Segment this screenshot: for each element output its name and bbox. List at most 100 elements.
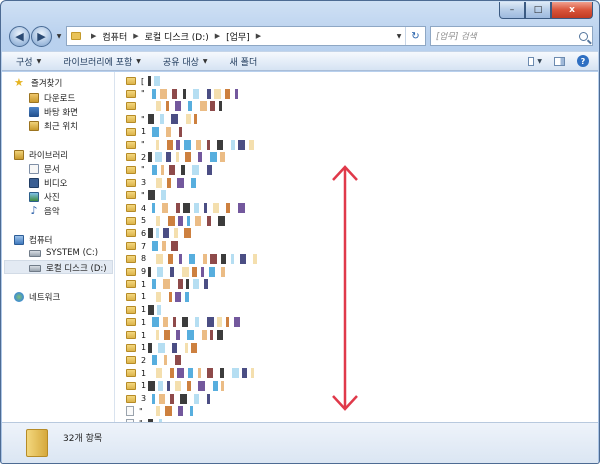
file-list-item[interactable]: 1 (126, 304, 161, 316)
file-list-item[interactable]: 2 (126, 354, 181, 366)
file-list-item[interactable]: 4 (126, 202, 245, 214)
maximize-button[interactable]: □ (525, 2, 551, 19)
breadcrumb-separator-icon[interactable]: ▶ (215, 32, 220, 40)
help-button[interactable]: ? (576, 55, 590, 67)
redacted-text-block (175, 291, 181, 302)
organize-button[interactable]: 구성 ▼ (16, 55, 41, 68)
file-list-item[interactable]: 7 (126, 240, 178, 252)
red-double-arrow-icon (332, 165, 358, 411)
redacted-text-block (148, 114, 154, 125)
redacted-text-block (204, 203, 207, 213)
redacted-text-block (171, 241, 178, 252)
file-list-item[interactable]: 3 (126, 177, 196, 189)
nav-item-system-c[interactable]: SYSTEM (C:) (29, 248, 98, 258)
change-view-button[interactable]: ▼ (528, 55, 542, 67)
nav-item-pictures[interactable]: 사진 (29, 191, 60, 203)
forward-button[interactable]: ▶ (31, 25, 52, 47)
refresh-icon: ↻ (411, 30, 420, 42)
file-list-item[interactable]: 1 (126, 291, 189, 303)
folder-icon (126, 115, 136, 124)
file-list-item[interactable]: 6 (126, 227, 191, 239)
redacted-text-block (161, 164, 164, 175)
nav-network[interactable]: 네트워크 (14, 291, 60, 303)
redacted-text-block (207, 368, 213, 379)
file-list-item[interactable]: 8 (126, 253, 257, 265)
nav-computer-label: 컴퓨터 (29, 236, 53, 246)
address-bar[interactable]: ▶ 컴퓨터 ▶ 로컬 디스크 (D:) ▶ [업무] ▶ ▼ ↻ (66, 26, 426, 46)
redacted-text-block (163, 228, 169, 239)
breadcrumb-separator-icon[interactable]: ▶ (133, 32, 138, 40)
nav-libraries[interactable]: 라이브러리 (14, 149, 68, 161)
redacted-text-block (167, 380, 170, 391)
redacted-text-block (204, 279, 208, 290)
breadcrumb-computer[interactable]: 컴퓨터 (102, 30, 127, 43)
redacted-text-block (172, 342, 177, 353)
redacted-text-block (190, 406, 193, 417)
redacted-text-block (240, 253, 246, 264)
file-list-item[interactable]: " (126, 88, 238, 100)
redacted-text-block (192, 266, 197, 277)
forward-arrow-icon: ▶ (37, 29, 46, 43)
redacted-text-block (203, 253, 207, 264)
minimize-button[interactable]: – (499, 2, 525, 19)
folder-icon (126, 140, 136, 149)
redacted-text-block (156, 101, 161, 112)
file-list-item[interactable]: 1 (126, 367, 254, 379)
breadcrumb-separator-icon[interactable]: ▶ (91, 32, 96, 40)
folder-icon (126, 254, 136, 263)
breadcrumb-drive-d[interactable]: 로컬 디스크 (D:) (145, 30, 209, 43)
folder-icon (126, 343, 136, 352)
redacted-text-block (210, 101, 215, 112)
file-list-item[interactable]: 5 (126, 215, 225, 227)
nav-item-documents[interactable]: 문서 (29, 163, 60, 175)
nav-item-videos[interactable]: 비디오 (29, 177, 67, 189)
file-list-item[interactable]: 1 (126, 329, 223, 341)
nav-item-music[interactable]: ♪ 음악 (29, 205, 59, 217)
file-list-item[interactable]: " (126, 139, 254, 151)
nav-network-label: 네트워크 (29, 293, 61, 303)
share-with-button[interactable]: 공유 대상 ▼ (163, 55, 208, 68)
folder-icon (126, 267, 136, 276)
redacted-text-block (210, 152, 217, 163)
breadcrumb-separator-icon[interactable]: ▶ (256, 32, 261, 40)
new-folder-button[interactable]: 새 폴더 (230, 55, 258, 68)
recent-pages-dropdown[interactable]: ▼ (54, 33, 64, 40)
close-button[interactable]: x (551, 2, 593, 19)
preview-pane-button[interactable] (552, 55, 566, 67)
file-list-item[interactable]: " (126, 189, 166, 201)
file-list-item[interactable]: 1 (126, 342, 197, 354)
redacted-text-block (191, 342, 197, 353)
file-list-item[interactable]: 1 (126, 316, 240, 328)
file-list-item[interactable] (126, 100, 222, 112)
redacted-text-block (225, 88, 230, 99)
file-list-item[interactable]: " (126, 164, 212, 176)
file-list-item[interactable]: " (126, 113, 197, 125)
file-list-item[interactable]: 1 (126, 380, 224, 392)
refresh-button[interactable]: ↻ (405, 27, 425, 45)
redacted-text-block (148, 380, 155, 391)
redacted-text-block (167, 177, 171, 188)
nav-favorites[interactable]: ★ 즐겨찾기 (14, 77, 62, 89)
file-name: 1 (141, 305, 147, 315)
breadcrumb-work-folder[interactable]: [업무] (226, 30, 250, 43)
nav-item-desktop[interactable]: 바탕 화면 (29, 106, 78, 118)
redacted-text-block (161, 190, 166, 201)
back-button[interactable]: ◀ (9, 25, 30, 47)
file-list-item[interactable]: 2 (126, 151, 225, 163)
file-list-item[interactable]: 9 (126, 266, 225, 278)
file-list-item[interactable]: [ (126, 75, 160, 87)
file-list-item[interactable]: " (126, 405, 193, 417)
nav-computer[interactable]: 컴퓨터 (14, 234, 52, 246)
file-list-item[interactable]: 1 (126, 126, 182, 138)
include-in-library-button[interactable]: 라이브러리에 포함 ▼ (63, 55, 141, 68)
file-list-item[interactable]: 1 (126, 278, 208, 290)
nav-item-local-disk-d[interactable]: 로컬 디스크 (D:) (29, 262, 107, 274)
redacted-text-block (171, 114, 178, 125)
downloads-icon (29, 93, 39, 103)
address-history-dropdown[interactable]: ▼ (393, 33, 405, 40)
nav-item-recent-places[interactable]: 최근 위치 (29, 120, 78, 132)
file-list-item[interactable]: 3 (126, 393, 210, 405)
nav-item-downloads[interactable]: 다운로드 (29, 92, 75, 104)
folder-icon (71, 32, 81, 40)
search-input[interactable]: [업무] 검색 (430, 26, 593, 46)
